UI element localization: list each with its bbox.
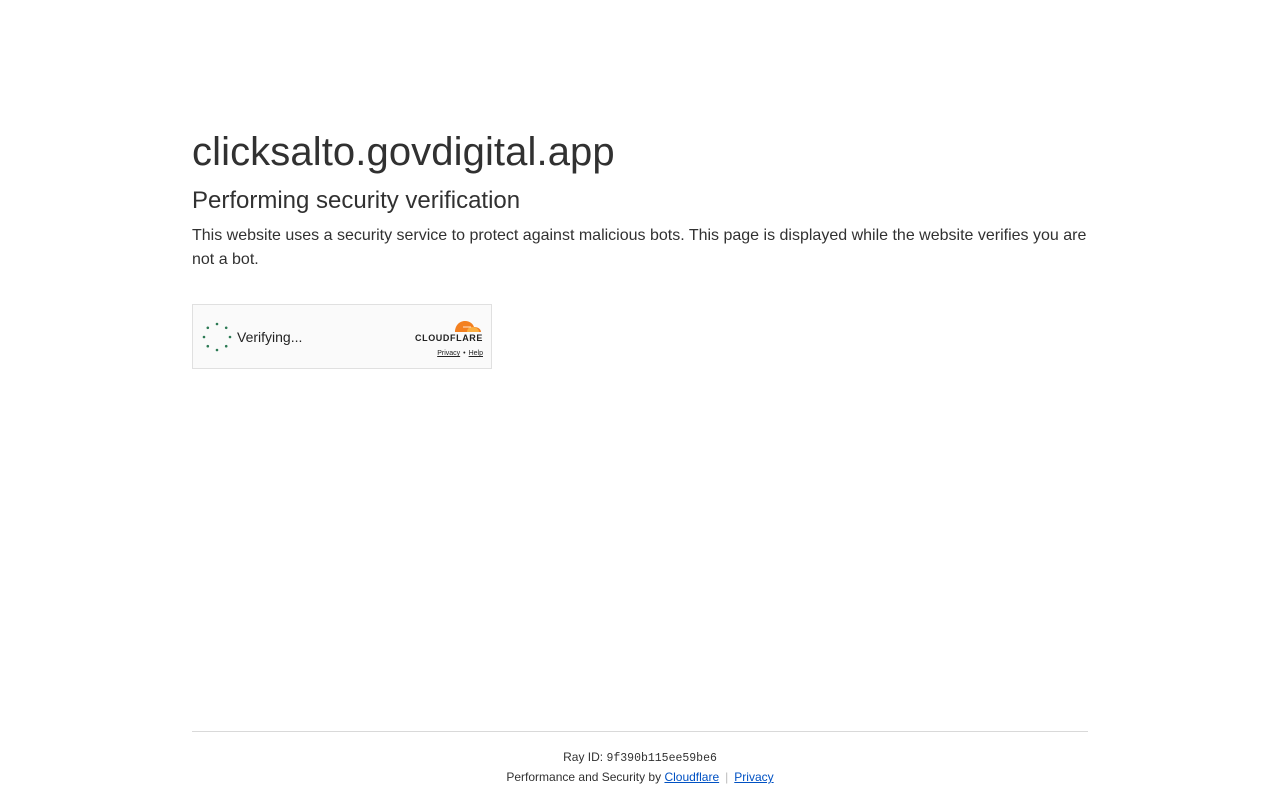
verification-page: clicksalto.govdigital.app Performing sec… — [0, 0, 1280, 800]
link-separator: • — [463, 350, 466, 357]
footer-privacy-link[interactable]: Privacy — [734, 770, 773, 784]
cloudflare-wordmark: CLOUDFLARE — [415, 333, 483, 343]
footer: Ray ID: 9f390b115ee59be6 Performance and… — [192, 731, 1088, 784]
spinner-icon — [202, 322, 232, 352]
turnstile-widget[interactable]: Verifying... CLOUDFLARE Privacy • Help — [192, 304, 492, 369]
widget-privacy-link[interactable]: Privacy — [437, 350, 460, 357]
site-domain-title: clicksalto.govdigital.app — [192, 130, 615, 174]
performance-text: Performance and Security by — [506, 770, 662, 784]
widget-help-link[interactable]: Help — [469, 350, 483, 357]
widget-links: Privacy • Help — [437, 349, 483, 358]
main-content: clicksalto.govdigital.app Performing sec… — [192, 128, 1088, 369]
cloudflare-link[interactable]: Cloudflare — [664, 770, 719, 784]
footer-divider: | — [725, 770, 729, 784]
verifying-status: Verifying... — [237, 329, 303, 345]
performance-line: Performance and Security by Cloudflare | P… — [192, 770, 1088, 784]
ray-id-line: Ray ID: 9f390b115ee59be6 — [192, 750, 1088, 766]
ray-id-label: Ray ID: — [563, 750, 604, 764]
ray-id-value: 9f390b115ee59be6 — [606, 752, 717, 765]
verification-heading: Performing security verification — [192, 187, 521, 214]
verification-description: This website uses a security service to … — [192, 227, 1087, 268]
